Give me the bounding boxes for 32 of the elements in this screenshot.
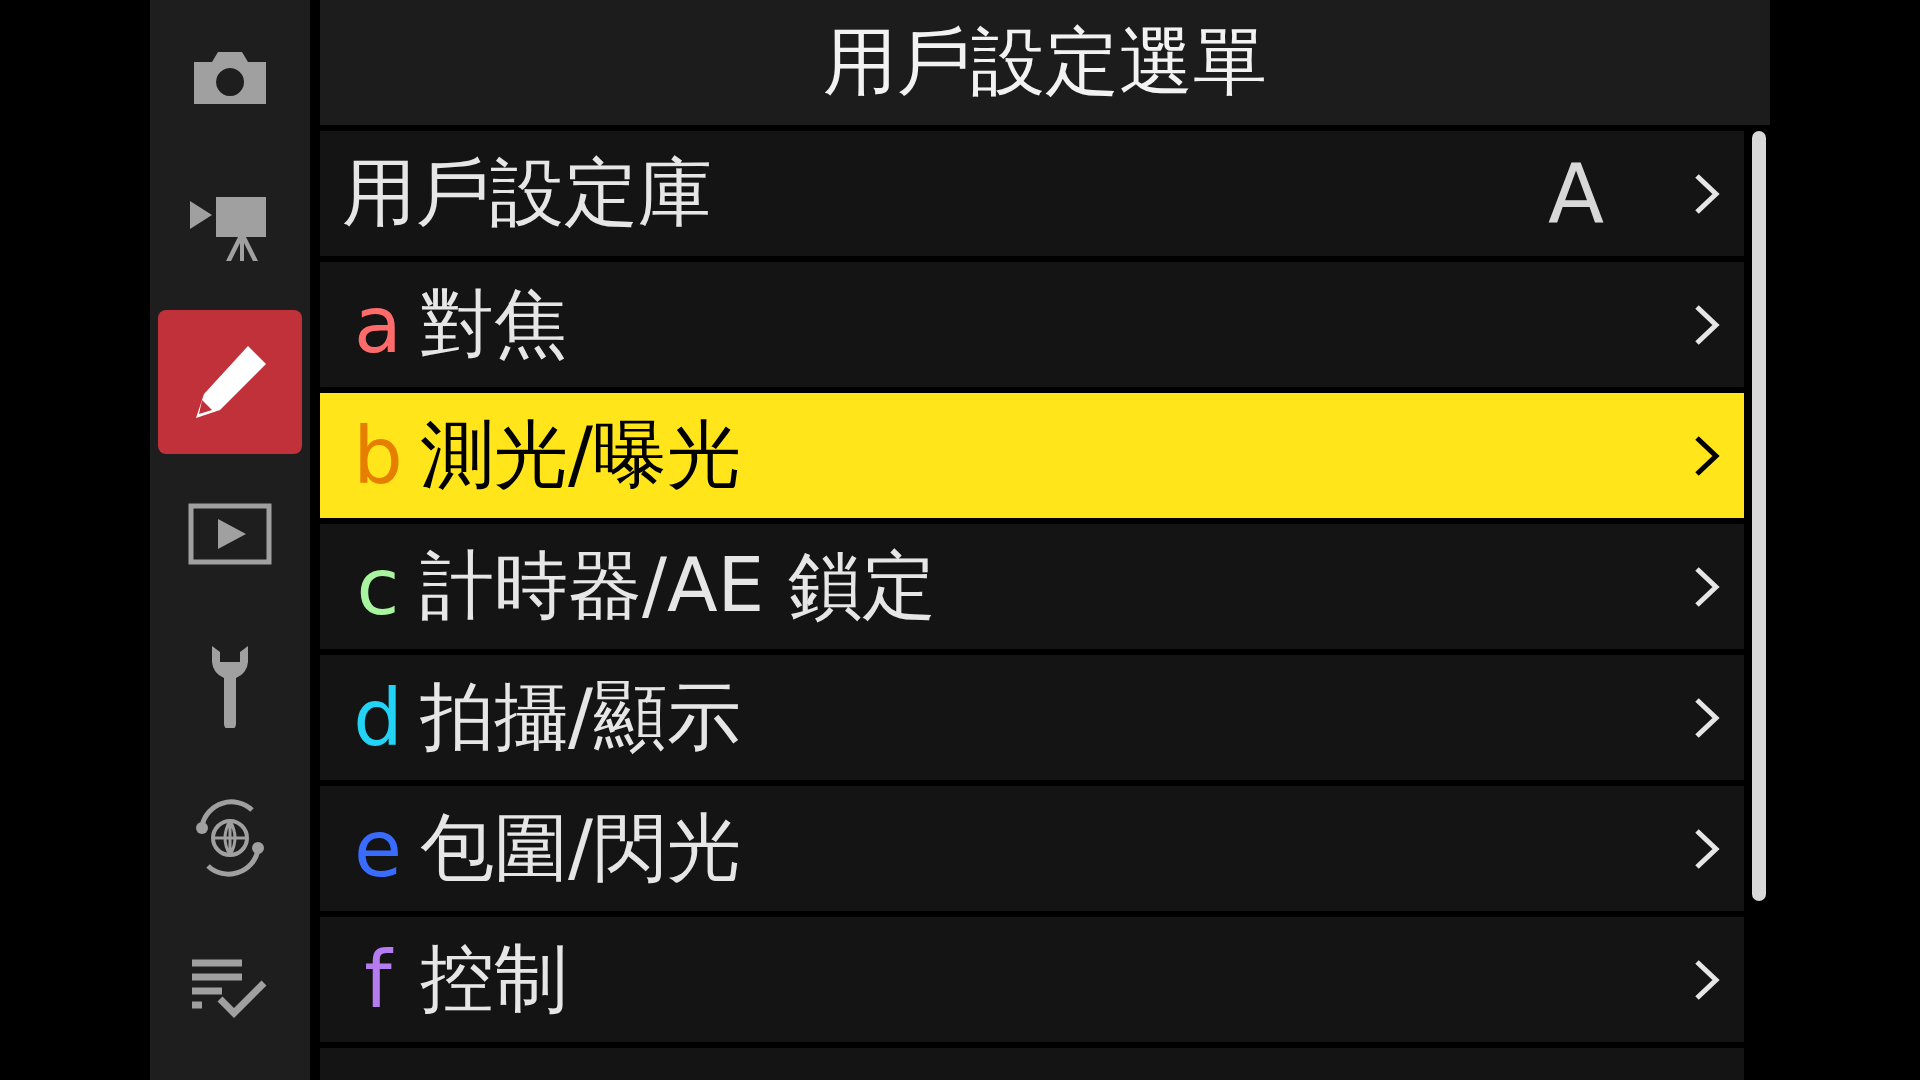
chevron-icon [1694,171,1720,216]
row-label: 用戶設定庫 [342,147,712,237]
section-letter: f [363,940,395,1019]
chevron-icon [1694,826,1720,871]
scrollbar[interactable] [1752,131,1766,901]
row-label: 包圍/閃光 [420,802,741,892]
chevron-icon [1694,433,1720,478]
menu-row[interactable]: f 控制 [320,917,1744,1042]
menu-row[interactable]: 用戶設定庫 A [320,131,1744,256]
row-value: A [1547,146,1604,241]
custom-menu-tab[interactable] [158,310,302,454]
menu-title: 用戶設定選單 [823,16,1267,106]
menu-row[interactable]: a 對焦 [320,262,1744,387]
menu-row[interactable]: d 拍攝/顯示 [320,655,1744,780]
section-letter: d [352,678,404,757]
chevron-icon [1694,957,1720,1002]
menu-row[interactable]: c 計時器/AE 鎖定 [320,524,1744,649]
section-letter: a [353,285,403,364]
row-label: 控制 [420,933,568,1023]
row-label: 測光/曝光 [420,409,741,499]
chevron-icon [1694,564,1720,609]
play-icon [188,503,272,565]
section-letter: b [352,416,404,495]
chevron-icon [1694,695,1720,740]
menu-row[interactable]: b 測光/曝光 [320,393,1744,518]
chevron-icon [1694,302,1720,347]
row-label: 對焦 [420,278,568,368]
row-label: 拍攝/顯示 [420,671,741,761]
row-label: 計時器/AE 鎖定 [420,540,936,630]
menu-row[interactable]: e 包圍/閃光 [320,786,1744,911]
section-letter: c [355,547,401,626]
section-letter: e [353,809,403,888]
